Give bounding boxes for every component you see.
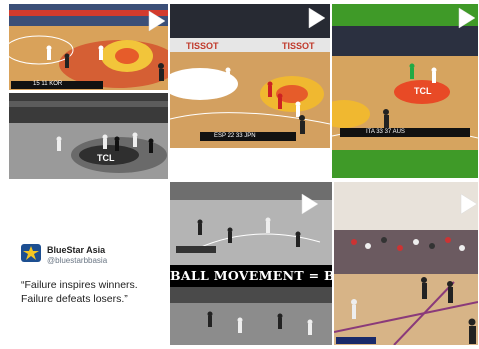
court-thumbnail <box>9 93 168 179</box>
court-thumbnail <box>334 182 478 345</box>
court-ad-text: TISSOT <box>186 41 219 51</box>
court-thumbnail <box>170 4 330 148</box>
video-tile-6[interactable] <box>334 182 478 345</box>
court-ad-text: TISSOT <box>282 41 315 51</box>
video-tile-3[interactable]: TCL ITA 33 37 AUS <box>332 4 478 178</box>
video-tile-5[interactable]: BALL MOVEMENT = BUCKET <box>170 182 332 345</box>
avatar[interactable] <box>21 244 41 262</box>
video-tile-1[interactable]: 15 11 KOR <box>9 4 168 90</box>
video-tile-2[interactable]: TISSOT TISSOT ESP 22 33 JPN <box>170 4 330 148</box>
tweet-author-name[interactable]: BlueStar Asia <box>47 245 105 255</box>
tweet-card[interactable]: BlueStar Asia @bluestarbbasia “Failure i… <box>9 182 167 342</box>
ball-movement-banner: BALL MOVEMENT = BUCKET <box>170 265 332 287</box>
court-thumbnail <box>9 4 168 90</box>
tweet-author-handle[interactable]: @bluestarbbasia <box>47 256 107 265</box>
play-icon[interactable] <box>308 7 326 29</box>
video-tile-4[interactable]: TCL <box>9 93 168 179</box>
play-icon[interactable] <box>301 193 319 215</box>
play-icon[interactable] <box>458 7 476 29</box>
play-icon[interactable] <box>148 10 166 32</box>
court-thumbnail <box>332 4 478 178</box>
tweet-text: “Failure inspires winners. Failure defea… <box>21 279 138 305</box>
court-ad-text: TCL <box>97 153 115 163</box>
scoreboard-text: ESP 22 33 JPN <box>214 133 256 139</box>
bluestar-logo-icon <box>23 246 39 260</box>
play-icon[interactable] <box>460 193 478 215</box>
court-ad-text: TCL <box>414 86 432 96</box>
scoreboard-text: ITA 33 37 AUS <box>366 129 405 135</box>
scoreboard-text: 15 11 KOR <box>33 81 63 87</box>
